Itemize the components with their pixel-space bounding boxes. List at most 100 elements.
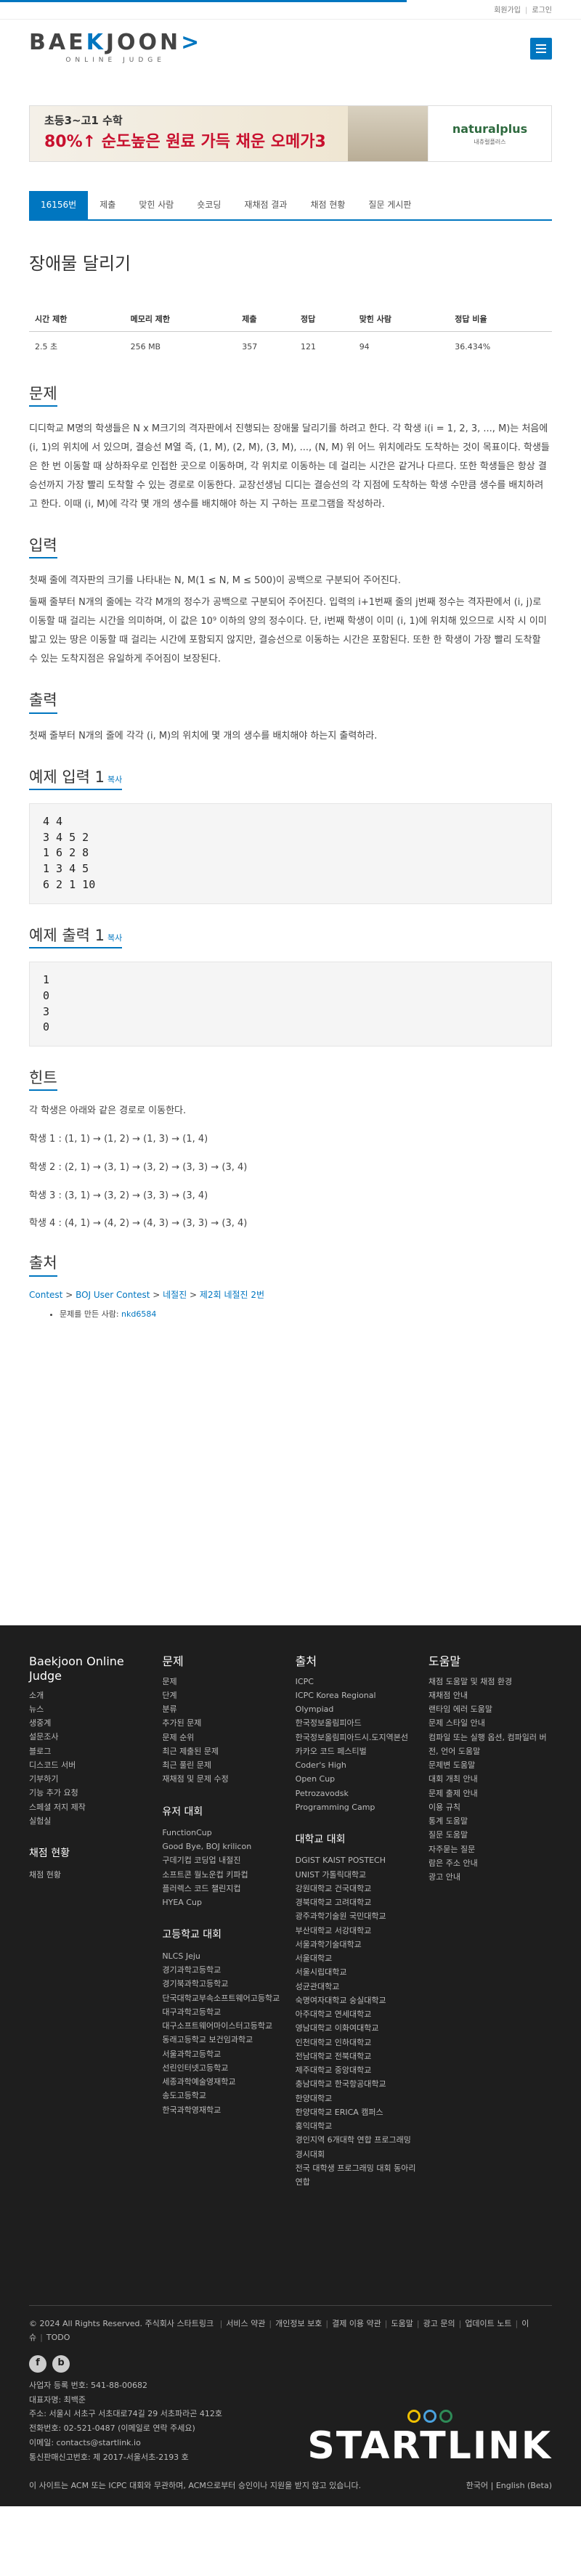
- footer-legal-link[interactable]: 광고 문의: [423, 2319, 455, 2328]
- tab-rejudge[interactable]: 재채점 결과: [232, 191, 298, 219]
- footer-link[interactable]: 기부하기: [29, 1772, 153, 1786]
- footer-link[interactable]: 실험실: [29, 1814, 153, 1828]
- copy-sample-input-button[interactable]: 복사: [107, 775, 122, 784]
- footer-link[interactable]: 람은 주소 안내: [428, 1856, 552, 1870]
- footer-link[interactable]: 설문조사: [29, 1730, 153, 1744]
- footer-link[interactable]: 자주묻는 질문: [428, 1842, 552, 1856]
- footer-link[interactable]: 인천대학교 인하대학교: [296, 2036, 419, 2049]
- footer-link[interactable]: Programming Camp: [296, 1800, 419, 1814]
- footer-link[interactable]: 블로그: [29, 1744, 153, 1758]
- footer-link[interactable]: 뉴스: [29, 1702, 153, 1716]
- footer-link[interactable]: 최근 풀린 문제: [162, 1758, 285, 1772]
- footer-link[interactable]: 동래고등학교 보건임과학교: [162, 2033, 285, 2047]
- footer-link[interactable]: 구데기컵 코딩업 내절진: [162, 1853, 285, 1867]
- footer-link[interactable]: ICPC Korea Regional: [296, 1689, 419, 1702]
- footer-link[interactable]: 채점 현황: [29, 1868, 153, 1882]
- footer-legal-link[interactable]: 서비스 약관: [226, 2319, 265, 2328]
- footer-link[interactable]: 문제 스타일 안내: [428, 1716, 552, 1730]
- footer-link[interactable]: Coder's High: [296, 1758, 419, 1772]
- tab-solvers[interactable]: 맞힌 사람: [127, 191, 185, 219]
- footer-link[interactable]: 채점 도움말 및 채점 환경: [428, 1675, 552, 1689]
- footer-link[interactable]: 광주과학기술원 국민대학교: [296, 1909, 419, 1923]
- signup-link[interactable]: 회원가입: [494, 5, 521, 17]
- footer-legal-link[interactable]: TODO: [46, 2333, 70, 2342]
- source-link-series[interactable]: 네절진: [163, 1290, 187, 1300]
- footer-link[interactable]: 강원대학교 건국대학교: [296, 1882, 419, 1896]
- footer-link[interactable]: NLCS Jeju: [162, 1949, 285, 1963]
- footer-link[interactable]: Open Cup: [296, 1772, 419, 1786]
- footer-link[interactable]: 추가된 문제: [162, 1716, 285, 1730]
- footer-link[interactable]: 재채점 및 문제 수정: [162, 1772, 285, 1786]
- footer-link[interactable]: 문제 출제 안내: [428, 1787, 552, 1800]
- footer-link[interactable]: 단국대학교부속소프트웨어고등학교: [162, 1991, 285, 2005]
- footer-link[interactable]: Petrozavodsk: [296, 1787, 419, 1800]
- footer-link[interactable]: 전남대학교 전북대학교: [296, 2049, 419, 2063]
- footer-link[interactable]: DGIST KAIST POSTECH: [296, 1853, 419, 1867]
- footer-link[interactable]: 전국 대학생 프로그래밍 대회 동아리 연합: [296, 2161, 419, 2190]
- footer-link[interactable]: 문제변 도움말: [428, 1758, 552, 1772]
- footer-legal-link[interactable]: 도움말: [391, 2319, 413, 2328]
- footer-link[interactable]: 한국정보올림피아드시.도지역본선: [296, 1731, 419, 1744]
- footer-link[interactable]: 질문 도움말: [428, 1828, 552, 1842]
- tab-problem[interactable]: 16156번: [29, 191, 89, 220]
- footer-link[interactable]: 랜타임 에러 도움말: [428, 1702, 552, 1716]
- footer-link[interactable]: Good Bye, BOJ krilicon: [162, 1840, 285, 1853]
- footer-link[interactable]: 대회 개최 안내: [428, 1772, 552, 1786]
- footer-link[interactable]: 문제: [162, 1675, 285, 1689]
- tab-submit[interactable]: 제출: [88, 191, 127, 219]
- footer-legal-link[interactable]: 결제 이용 약관: [332, 2319, 381, 2328]
- footer-link[interactable]: 재채점 안내: [428, 1689, 552, 1702]
- footer-link[interactable]: 경인지역 6개대학 연합 프로그래밍 경시대회: [296, 2133, 419, 2161]
- footer-link[interactable]: 경기과학고등학교: [162, 1963, 285, 1977]
- hamburger-menu-button[interactable]: [530, 38, 552, 60]
- footer-legal-link[interactable]: 개인정보 보호: [275, 2319, 322, 2328]
- footer-link[interactable]: 한양대학교 ERICA 캠퍼스: [296, 2105, 419, 2119]
- footer-link[interactable]: 서울시립대학교: [296, 1965, 419, 1979]
- footer-link[interactable]: ICPC: [296, 1675, 419, 1689]
- footer-link[interactable]: 이용 규칙: [428, 1800, 552, 1814]
- footer-link[interactable]: 컴파일 또는 실행 옵션, 컴파일러 버전, 언어 도움말: [428, 1731, 552, 1759]
- footer-link[interactable]: 한국정보올림피아드: [296, 1716, 419, 1730]
- footer-link[interactable]: 부산대학교 서강대학교: [296, 1924, 419, 1938]
- footer-link[interactable]: 카카오 코드 페스티벌: [296, 1744, 419, 1758]
- tab-short-coding[interactable]: 숏코딩: [185, 191, 232, 219]
- footer-link[interactable]: 기능 추가 요청: [29, 1786, 153, 1800]
- source-link-round[interactable]: 제2회 네절진 2번: [200, 1290, 264, 1300]
- footer-link[interactable]: 아주대학교 연세대학교: [296, 2007, 419, 2021]
- footer-link[interactable]: 디스코드 서버: [29, 1758, 153, 1772]
- footer-link[interactable]: 광고 안내: [428, 1870, 552, 1884]
- footer-link[interactable]: 선린인터넷고등학교: [162, 2061, 285, 2075]
- source-link-contest[interactable]: Contest: [29, 1290, 62, 1300]
- footer-link[interactable]: 생중계: [29, 1716, 153, 1730]
- footer-link[interactable]: 한국과학영재학교: [162, 2103, 285, 2117]
- footer-link[interactable]: 통계 도움말: [428, 1814, 552, 1828]
- footer-link[interactable]: 서울과학고등학교: [162, 2047, 285, 2061]
- footer-link[interactable]: 소프트콘 월노운컵 키파컵: [162, 1868, 285, 1882]
- footer-link[interactable]: 경기북과학고등학교: [162, 1977, 285, 1991]
- copy-sample-output-button[interactable]: 복사: [107, 933, 122, 943]
- blog-icon[interactable]: b: [52, 2354, 70, 2373]
- footer-link[interactable]: 대구과학고등학교: [162, 2005, 285, 2019]
- footer-link[interactable]: 한양대학교: [296, 2092, 419, 2105]
- footer-link[interactable]: 세종과학예술영재학교: [162, 2075, 285, 2089]
- footer-link[interactable]: 숙명여자대학교 숭실대학교: [296, 1994, 419, 2007]
- login-link[interactable]: 로그인: [532, 5, 552, 17]
- problem-author-link[interactable]: nkd6584: [121, 1309, 156, 1319]
- tab-qna[interactable]: 질문 게시판: [357, 191, 423, 219]
- footer-link[interactable]: 단계: [162, 1689, 285, 1702]
- footer-link[interactable]: 서울과학기술대학교: [296, 1938, 419, 1951]
- footer-legal-link[interactable]: 업데이트 노트: [465, 2319, 511, 2328]
- site-logo[interactable]: BAEKJOON> ONLINE JUDGE: [29, 31, 202, 65]
- footer-link[interactable]: 소개: [29, 1689, 153, 1702]
- footer-link[interactable]: 문제 순위: [162, 1731, 285, 1744]
- footer-link[interactable]: 성균관대학교: [296, 1980, 419, 1994]
- footer-link[interactable]: FunctionCup: [162, 1826, 285, 1840]
- footer-link[interactable]: 충남대학교 한국항공대학교: [296, 2077, 419, 2091]
- tab-status[interactable]: 채점 현황: [298, 191, 357, 219]
- footer-link[interactable]: 영남대학교 이화여대학교: [296, 2021, 419, 2035]
- footer-link[interactable]: 경북대학교 고려대학교: [296, 1896, 419, 1909]
- footer-link[interactable]: 송도고등학교: [162, 2089, 285, 2102]
- footer-link[interactable]: 홍익대학교: [296, 2119, 419, 2133]
- facebook-icon[interactable]: f: [29, 2354, 46, 2373]
- footer-link[interactable]: 최근 제출된 문제: [162, 1744, 285, 1758]
